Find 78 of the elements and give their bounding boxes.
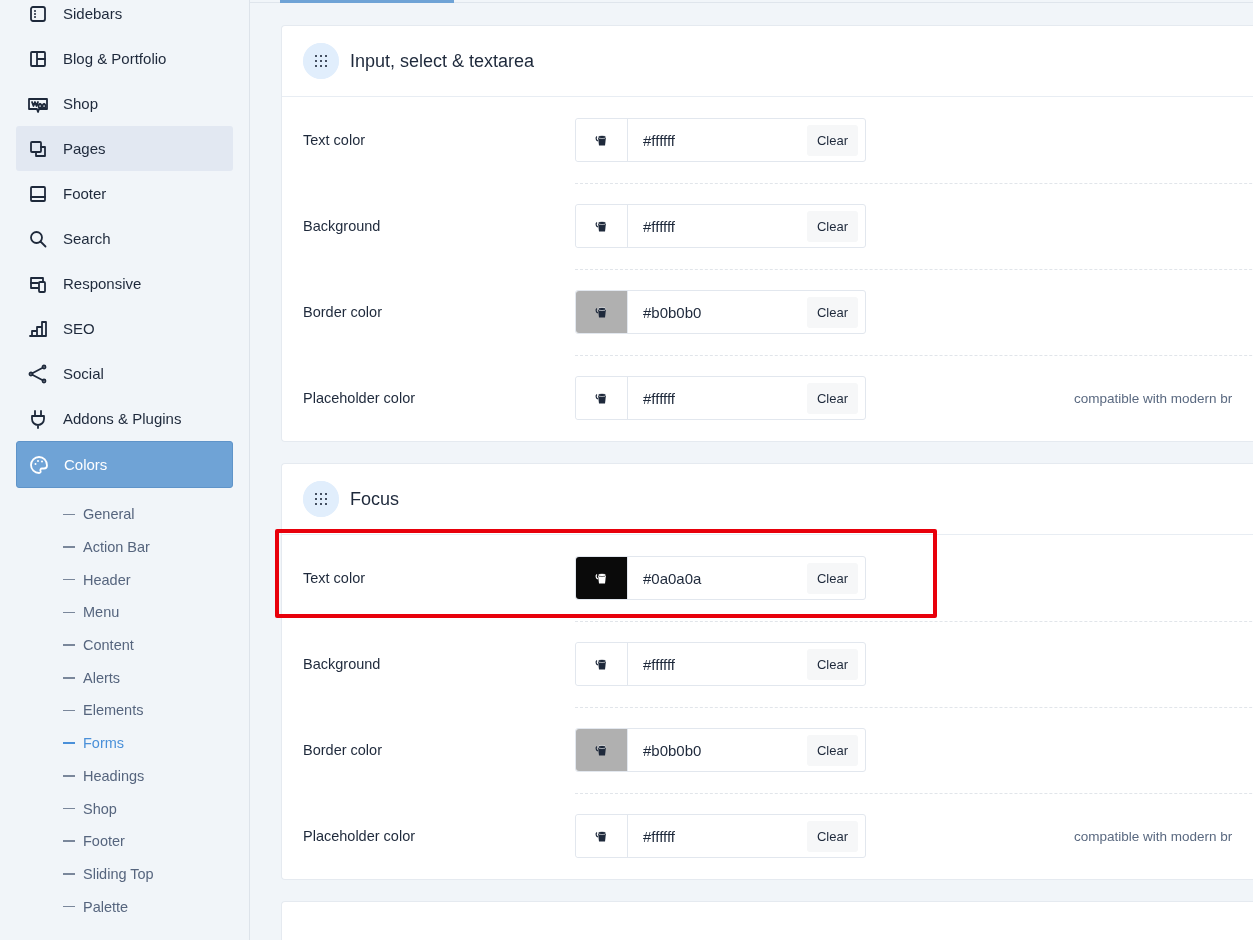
hex-input[interactable]: #ffffff [628, 388, 807, 408]
sidebar-item[interactable]: SEO [16, 306, 233, 351]
color-picker-field[interactable]: #b0b0b0 Clear [575, 290, 866, 334]
color-picker-field[interactable]: #ffffff Clear [575, 376, 866, 420]
submenu-item[interactable]: Footer [63, 824, 249, 858]
sidebar-layout-icon [28, 3, 48, 24]
paint-bucket-icon [594, 743, 609, 757]
sidebar-item[interactable]: Footer [16, 171, 233, 216]
hex-input[interactable]: #ffffff [628, 130, 807, 150]
hex-input[interactable]: #b0b0b0 [628, 740, 807, 760]
clear-button[interactable]: Clear [806, 562, 858, 594]
field-label: Placeholder color [303, 390, 417, 406]
clear-button[interactable]: Clear [806, 382, 858, 414]
footer-icon [28, 183, 48, 204]
submenu-item[interactable]: Content [63, 628, 249, 662]
color-picker-field[interactable]: #ffffff Clear [575, 814, 866, 858]
clear-button[interactable]: Clear [806, 648, 858, 680]
color-swatch[interactable] [576, 291, 628, 333]
hint-text: compatible with modern br [1074, 390, 1233, 406]
field-label: Text color [303, 570, 367, 586]
hex-input[interactable]: #0a0a0a [628, 568, 807, 588]
submenu-item[interactable]: Menu [63, 596, 249, 629]
submenu-item[interactable]: Header [63, 563, 249, 597]
color-swatch[interactable] [576, 557, 628, 599]
field-label: Placeholder color [303, 828, 417, 844]
sidebar-item[interactable]: Addons & Plugins [16, 396, 233, 441]
clear-button[interactable]: Clear [806, 734, 858, 766]
paint-bucket-icon [594, 657, 609, 671]
submenu-item[interactable]: Alerts [63, 661, 249, 695]
clear-button[interactable]: Clear [806, 296, 858, 328]
sidebar-item[interactable]: Responsive [16, 261, 233, 306]
submenu-item[interactable]: Palette [63, 890, 249, 923]
hex-input[interactable]: #ffffff [628, 654, 807, 674]
submenu-item[interactable]: General [63, 498, 249, 531]
color-picker-field[interactable]: #ffffff Clear [575, 642, 866, 686]
color-picker-field[interactable]: #b0b0b0 Clear [575, 728, 866, 772]
paint-bucket-icon [594, 219, 609, 233]
color-picker-field[interactable]: #ffffff Clear [575, 204, 866, 248]
bar-chart-icon [28, 318, 48, 339]
copy-icon [28, 138, 48, 159]
hint-text: compatible with modern br [1074, 828, 1233, 844]
plug-icon [28, 408, 48, 429]
sidebar-item[interactable]: Social [16, 351, 233, 396]
field-label: Background [303, 656, 382, 672]
section-title: Input, select & textarea [350, 50, 535, 72]
paint-bucket-icon [594, 571, 609, 585]
sidebar-item[interactable]: Pages [16, 126, 233, 171]
color-picker-field[interactable]: #0a0a0a Clear [575, 556, 866, 600]
field-label: Border color [303, 304, 383, 320]
paint-bucket-icon [594, 133, 609, 147]
field-label: Border color [303, 742, 383, 758]
share-icon [28, 363, 48, 384]
palette-icon [29, 454, 49, 475]
sidebar-item[interactable]: Shop [16, 81, 233, 126]
submenu-item[interactable]: Action Bar [63, 530, 249, 564]
sidebar-item[interactable]: Blog & Portfolio [16, 36, 233, 81]
hex-input[interactable]: #b0b0b0 [628, 302, 807, 322]
search-icon [28, 228, 48, 249]
hex-input[interactable]: #ffffff [628, 216, 807, 236]
paint-bucket-icon [594, 305, 609, 319]
field-label: Background [303, 218, 382, 234]
paint-bucket-icon [594, 829, 609, 843]
paint-bucket-icon [594, 391, 609, 405]
color-picker-field[interactable]: #ffffff Clear [575, 118, 866, 162]
hex-input[interactable]: #ffffff [628, 826, 807, 846]
field-label: Text color [303, 132, 367, 148]
clear-button[interactable]: Clear [806, 210, 858, 242]
clear-button[interactable]: Clear [806, 124, 858, 156]
sidebar-item[interactable]: Sidebars [16, 0, 233, 36]
submenu-item[interactable]: Headings [63, 759, 249, 793]
sidebar-item[interactable]: Search [16, 216, 233, 261]
color-swatch[interactable] [576, 729, 628, 771]
submenu-item[interactable]: Sliding Top [63, 857, 249, 891]
submenu-item[interactable]: Elements [63, 694, 249, 727]
section-title: Focus [350, 488, 400, 510]
clear-button[interactable]: Clear [806, 820, 858, 852]
grid-layout-icon [28, 48, 48, 69]
submenu-item[interactable]: Shop [63, 792, 249, 825]
